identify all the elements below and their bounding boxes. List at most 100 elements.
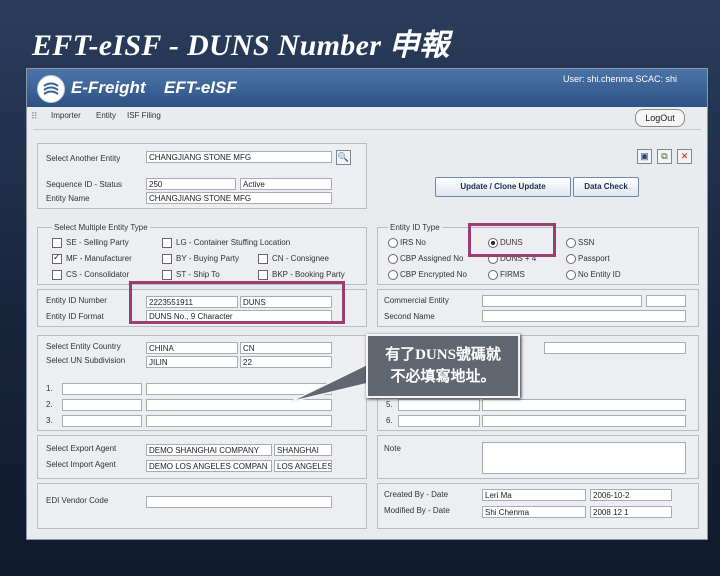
data-check-button[interactable]: Data Check	[573, 177, 639, 197]
callout-line-2: 不必填寫地址。	[390, 369, 496, 385]
radio-cbp-assigned[interactable]	[388, 254, 398, 264]
entity-name-field[interactable]: CHANGJIANG STONE MFG	[146, 192, 332, 204]
radio-firms[interactable]	[488, 270, 498, 280]
radio-no-entity-id[interactable]	[566, 270, 576, 280]
brand-name: E-Freight	[71, 78, 146, 97]
radio-ssn-label: SSN	[578, 238, 595, 247]
address-line-3b[interactable]	[146, 415, 332, 427]
second-name-field[interactable]	[482, 310, 686, 322]
country-code-field[interactable]: CN	[240, 342, 332, 354]
radio-irs[interactable]	[388, 238, 398, 248]
subdivision-label: Select UN Subdivision	[46, 356, 126, 365]
save-icon[interactable]: ▣	[637, 149, 652, 164]
note-panel: Note	[377, 435, 699, 479]
checkbox-mf[interactable]	[52, 252, 62, 264]
checkbox-st[interactable]	[162, 270, 172, 280]
app-header: E-Freight EFT-eISF User: shi.chenma SCAC…	[27, 69, 707, 107]
checkbox-bkp[interactable]	[258, 270, 268, 280]
subdivision-field[interactable]: JILIN	[146, 356, 238, 368]
commercial-entity-field[interactable]	[482, 295, 642, 307]
checkbox-se[interactable]	[52, 238, 62, 248]
checkbox-lg[interactable]	[162, 238, 172, 248]
checkbox-bkp-label: BKP - Booking Party	[272, 270, 345, 279]
checkbox-cn[interactable]	[258, 254, 268, 264]
export-agent-field[interactable]: DEMO SHANGHAI COMPANY	[146, 444, 272, 456]
entity-name-label: Entity Name	[46, 194, 90, 203]
menu-item-isf-filing[interactable]: ISF Filing	[127, 111, 161, 120]
copy-icon[interactable]: ⧉	[657, 149, 672, 164]
logout-button[interactable]: LogOut	[635, 109, 685, 127]
duns-highlight	[468, 223, 556, 257]
import-agent-label: Select Import Agent	[46, 460, 116, 469]
radio-cbp-assigned-label: CBP Assigned No	[400, 254, 464, 263]
checkbox-st-label: ST - Ship To	[176, 270, 220, 279]
modified-by-field: Shi Chenma	[482, 506, 586, 518]
address-row-5-label: 5.	[386, 400, 393, 409]
select-entity-field[interactable]: CHANGJIANG STONE MFG	[146, 151, 332, 163]
search-icon[interactable]: 🔍	[336, 150, 351, 165]
menu-item-entity[interactable]: Entity	[96, 111, 116, 120]
address-line-3[interactable]	[62, 415, 142, 427]
callout-box: 有了DUNS號碼就 不必填寫地址。	[366, 334, 520, 398]
checkbox-by[interactable]	[162, 254, 172, 264]
entity-type-legend: Select Multiple Entity Type	[52, 223, 150, 232]
checkbox-by-label: BY - Buying Party	[176, 254, 239, 263]
callout-line-1: 有了DUNS號碼就	[385, 347, 501, 363]
radio-firms-label: FIRMS	[500, 270, 525, 279]
import-agent-field[interactable]: DEMO LOS ANGELES COMPAN	[146, 460, 272, 472]
entity-id-number-label: Entity ID Number	[46, 296, 107, 305]
checkbox-cn-label: CN - Consignee	[272, 254, 329, 263]
commercial-entity-code-field[interactable]	[646, 295, 686, 307]
update-clone-button[interactable]: Update / Clone Update	[435, 177, 571, 197]
address-row-2-label: 2.	[46, 400, 53, 409]
radio-passport[interactable]	[566, 254, 576, 264]
menu-grip-icon: ⠿	[31, 111, 38, 121]
checkbox-lg-label: LG - Container Stuffing Location	[176, 238, 291, 247]
id-type-legend: Entity ID Type	[388, 223, 442, 232]
entity-select-panel: Select Another Entity CHANGJIANG STONE M…	[37, 143, 367, 209]
slide-title: EFT-eISF - DUNS Number 申報	[32, 29, 450, 62]
modified-date-field: 2008 12 1	[590, 506, 672, 518]
address-row-1-label: 1.	[46, 384, 53, 393]
delete-icon[interactable]: ✕	[677, 149, 692, 164]
address-line-5[interactable]	[398, 399, 480, 411]
address-line-6[interactable]	[398, 415, 480, 427]
e-freight-logo-icon	[37, 75, 65, 103]
created-date-field: 2006-10-2	[590, 489, 672, 501]
commercial-entity-label: Commercial Entity	[384, 296, 449, 305]
menu-item-importer[interactable]: Importer	[51, 111, 81, 120]
select-entity-label: Select Another Entity	[46, 154, 121, 163]
radio-cbp-encrypted-label: CBP Encrypted No	[400, 270, 467, 279]
radio-ssn[interactable]	[566, 238, 576, 248]
modified-label: Modified By - Date	[384, 506, 450, 515]
status-field[interactable]: Active	[240, 178, 332, 190]
country-field[interactable]: CHINA	[146, 342, 238, 354]
address-right-field-1[interactable]	[544, 342, 686, 354]
address-line-5b[interactable]	[482, 399, 686, 411]
commercial-panel: Commercial Entity Second Name	[377, 289, 699, 327]
note-label: Note	[384, 444, 401, 453]
agents-panel: Select Export Agent DEMO SHANGHAI COMPAN…	[37, 435, 367, 479]
radio-irs-label: IRS No	[400, 238, 426, 247]
address-line-2[interactable]	[62, 399, 142, 411]
edi-vendor-field[interactable]	[146, 496, 332, 508]
created-label: Created By - Date	[384, 490, 449, 499]
address-line-1[interactable]	[62, 383, 142, 395]
sequence-field[interactable]: 250	[146, 178, 236, 190]
callout-pointer	[289, 362, 375, 403]
product-name: EFT-eISF	[164, 78, 237, 97]
checkbox-cs[interactable]	[52, 270, 62, 280]
import-agent-city-field[interactable]: LOS ANGELES	[274, 460, 332, 472]
radio-cbp-encrypted[interactable]	[388, 270, 398, 280]
second-name-label: Second Name	[384, 312, 435, 321]
export-agent-city-field[interactable]: SHANGHAI	[274, 444, 332, 456]
export-agent-label: Select Export Agent	[46, 444, 117, 453]
divider	[33, 129, 701, 130]
entity-id-format-label: Entity ID Format	[46, 312, 104, 321]
note-field[interactable]	[482, 442, 686, 474]
edi-panel: EDI Vendor Code	[37, 483, 367, 529]
address-line-6b[interactable]	[482, 415, 686, 427]
user-info: User: shi.chenma SCAC: shi	[562, 74, 677, 84]
entity-id-highlight	[129, 281, 345, 324]
checkbox-cs-label: CS - Consolidator	[66, 270, 130, 279]
